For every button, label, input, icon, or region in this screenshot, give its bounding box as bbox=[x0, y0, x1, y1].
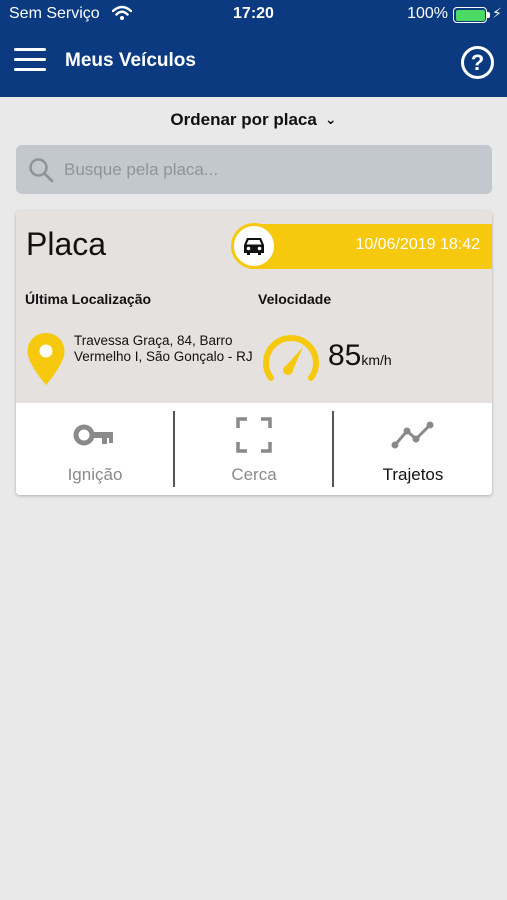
help-button[interactable]: ? bbox=[461, 46, 494, 79]
search-icon bbox=[29, 158, 54, 183]
car-icon bbox=[231, 223, 277, 269]
ignition-label: Ignição bbox=[67, 465, 123, 484]
speed-label: Velocidade bbox=[258, 291, 332, 307]
chevron-down-icon: ⌄ bbox=[324, 111, 337, 127]
key-icon bbox=[73, 424, 113, 446]
battery-icon bbox=[453, 7, 487, 23]
location-pin-icon bbox=[27, 333, 65, 385]
vehicle-actions: Ignição Cerca Trajetos bbox=[16, 403, 492, 495]
fence-icon bbox=[236, 417, 272, 453]
fence-button[interactable]: Cerca bbox=[175, 403, 333, 495]
app-header: Sem Serviço 17:20 100% ⚡ Meus Veículos ? bbox=[0, 0, 507, 97]
fence-label: Cerca bbox=[231, 465, 277, 484]
battery-percent: 100% bbox=[407, 5, 448, 22]
vehicle-card[interactable]: Placa 10/06/2019 18:42 Última Localizaçã… bbox=[16, 211, 492, 495]
speed-value: 85 bbox=[328, 339, 362, 372]
speedometer-icon bbox=[263, 335, 319, 381]
routes-button[interactable]: Trajetos bbox=[334, 403, 492, 495]
vehicle-summary: Placa 10/06/2019 18:42 Última Localizaçã… bbox=[16, 211, 492, 403]
routes-label: Trajetos bbox=[382, 465, 444, 484]
route-icon bbox=[391, 421, 434, 449]
search-bar[interactable] bbox=[16, 145, 492, 194]
vehicle-address: Travessa Graça, 84, Barro Vermelho I, Sã… bbox=[74, 333, 253, 364]
plate-label: Placa bbox=[26, 226, 107, 262]
speed-readout: 85km/h bbox=[328, 339, 392, 373]
sort-label: Ordenar por placa bbox=[170, 110, 317, 129]
sort-dropdown[interactable]: Ordenar por placa ⌄ bbox=[0, 110, 507, 130]
speed-unit: km/h bbox=[361, 352, 392, 368]
status-bar: Sem Serviço 17:20 100% ⚡ bbox=[0, 0, 507, 30]
page-title: Meus Veículos bbox=[65, 50, 196, 71]
last-update-datetime: 10/06/2019 18:42 bbox=[355, 236, 480, 253]
battery-tip bbox=[487, 12, 490, 18]
location-label: Última Localização bbox=[25, 291, 152, 307]
search-input[interactable] bbox=[64, 145, 484, 194]
datetime-banner: 10/06/2019 18:42 bbox=[249, 224, 492, 269]
menu-button[interactable] bbox=[14, 48, 46, 74]
ignition-button[interactable]: Ignição bbox=[16, 403, 174, 495]
charging-icon: ⚡ bbox=[492, 5, 502, 21]
